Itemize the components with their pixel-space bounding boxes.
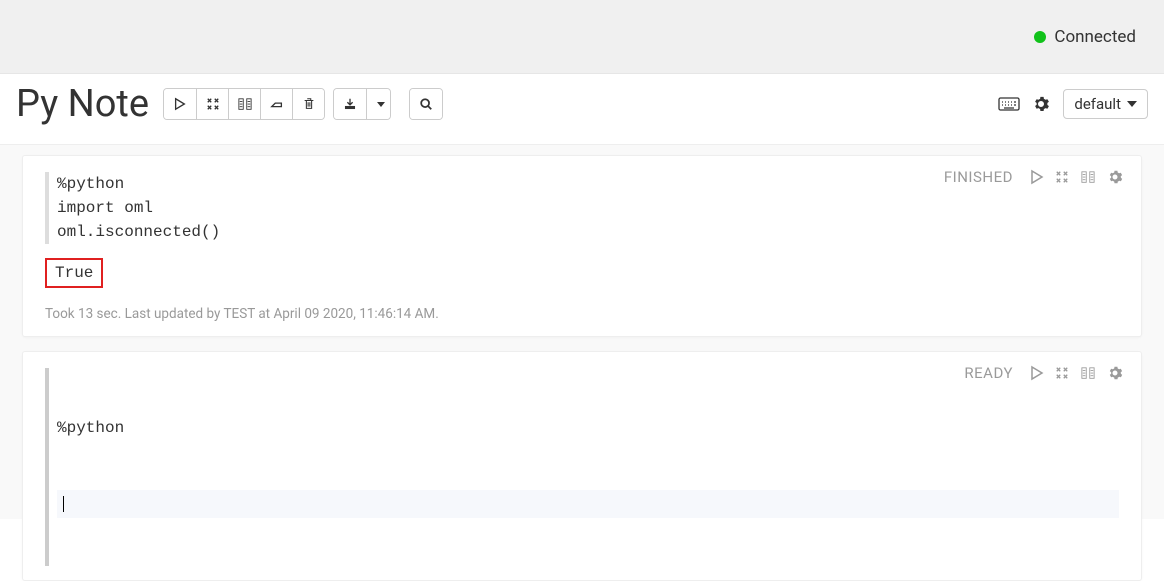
- paragraph-settings-button[interactable]: [1107, 365, 1123, 381]
- keyboard-shortcuts-button[interactable]: [993, 89, 1025, 119]
- text-cursor-icon: [63, 496, 64, 512]
- top-status-bar: Connected: [0, 0, 1164, 74]
- interpreter-dropdown[interactable]: default: [1063, 89, 1148, 119]
- hide-output-button[interactable]: [196, 89, 228, 119]
- show-editor-button[interactable]: [228, 89, 260, 119]
- output-text: True: [45, 258, 103, 288]
- hide-output-paragraph-button[interactable]: [1055, 170, 1069, 184]
- code-input-line[interactable]: [57, 490, 1119, 518]
- caret-down-icon: [377, 102, 385, 107]
- connection-status-dot: [1034, 31, 1046, 43]
- paragraph[interactable]: FINISHED %python import oml oml.isconnec…: [22, 155, 1142, 337]
- delete-notebook-button[interactable]: [292, 89, 324, 119]
- connection-status-label: Connected: [1054, 27, 1136, 47]
- export-dropdown-button[interactable]: [366, 89, 390, 119]
- paragraph-status: FINISHED: [944, 168, 1013, 186]
- paragraph-settings-button[interactable]: [1107, 169, 1123, 185]
- show-editor-paragraph-button[interactable]: [1079, 366, 1097, 380]
- paragraph-container: FINISHED %python import oml oml.isconnec…: [0, 145, 1164, 519]
- code-line: %python: [57, 416, 1119, 440]
- settings-button[interactable]: [1025, 89, 1057, 119]
- paragraph-status: READY: [964, 364, 1013, 382]
- paragraph-toolbar: FINISHED: [944, 168, 1123, 186]
- run-paragraph-button[interactable]: [1029, 365, 1045, 381]
- run-all-button[interactable]: [164, 89, 196, 119]
- notebook-title[interactable]: Py Note: [16, 82, 149, 126]
- paragraph-code-editor[interactable]: %python: [45, 368, 1119, 566]
- paragraph-output: True: [45, 258, 1119, 288]
- interpreter-label: default: [1074, 95, 1121, 113]
- search-button[interactable]: [410, 89, 442, 119]
- caret-down-icon: [1127, 101, 1137, 107]
- paragraph-toolbar: READY: [964, 364, 1123, 382]
- show-editor-paragraph-button[interactable]: [1079, 170, 1097, 184]
- paragraph[interactable]: READY %python: [22, 351, 1142, 581]
- clear-output-button[interactable]: [260, 89, 292, 119]
- export-button[interactable]: [334, 89, 366, 119]
- search-button-group: [409, 88, 443, 120]
- notebook-header: Py Note: [0, 74, 1164, 145]
- export-button-group: [333, 88, 391, 120]
- primary-button-group: [163, 88, 325, 120]
- hide-output-paragraph-button[interactable]: [1055, 366, 1069, 380]
- paragraph-timing: Took 13 sec. Last updated by TEST at Apr…: [45, 306, 1119, 322]
- run-paragraph-button[interactable]: [1029, 169, 1045, 185]
